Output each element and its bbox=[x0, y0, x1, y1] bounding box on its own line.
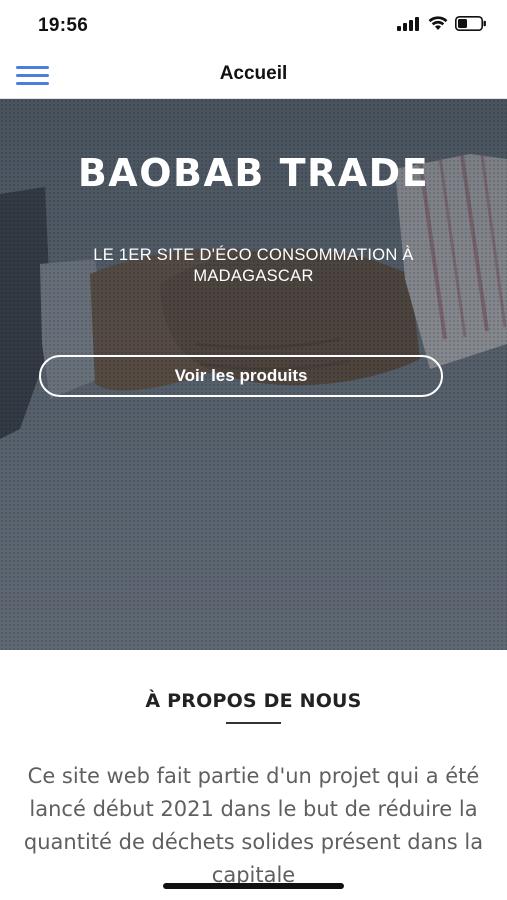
screen: 19:56 Accueil BAOBAB TRADE LE 1ER SITE D… bbox=[0, 0, 507, 900]
wifi-icon bbox=[428, 16, 448, 30]
status-icons bbox=[397, 16, 487, 31]
hero-title: BAOBAB TRADE bbox=[77, 151, 430, 195]
signal-icon bbox=[397, 16, 419, 31]
page-title: Accueil bbox=[219, 63, 288, 84]
hero-banner: BAOBAB TRADE LE 1ER SITE D'ÉCO CONSOMMAT… bbox=[0, 99, 507, 650]
about-text: Ce site web fait partie d'un projet qui … bbox=[23, 764, 484, 887]
home-indicator[interactable] bbox=[163, 883, 344, 889]
about-heading: À PROPOS DE NOUS bbox=[145, 690, 362, 712]
status-time: 19:56 bbox=[38, 15, 89, 36]
status-bar: 19:56 bbox=[0, 0, 507, 52]
about-divider bbox=[226, 722, 281, 724]
hero-subtitle: LE 1ER SITE D'ÉCO CONSOMMATION À MADAGAS… bbox=[93, 246, 414, 285]
view-products-button[interactable]: Voir les produits bbox=[39, 355, 443, 397]
battery-icon bbox=[455, 16, 486, 31]
nav-bar: Accueil bbox=[0, 52, 507, 99]
